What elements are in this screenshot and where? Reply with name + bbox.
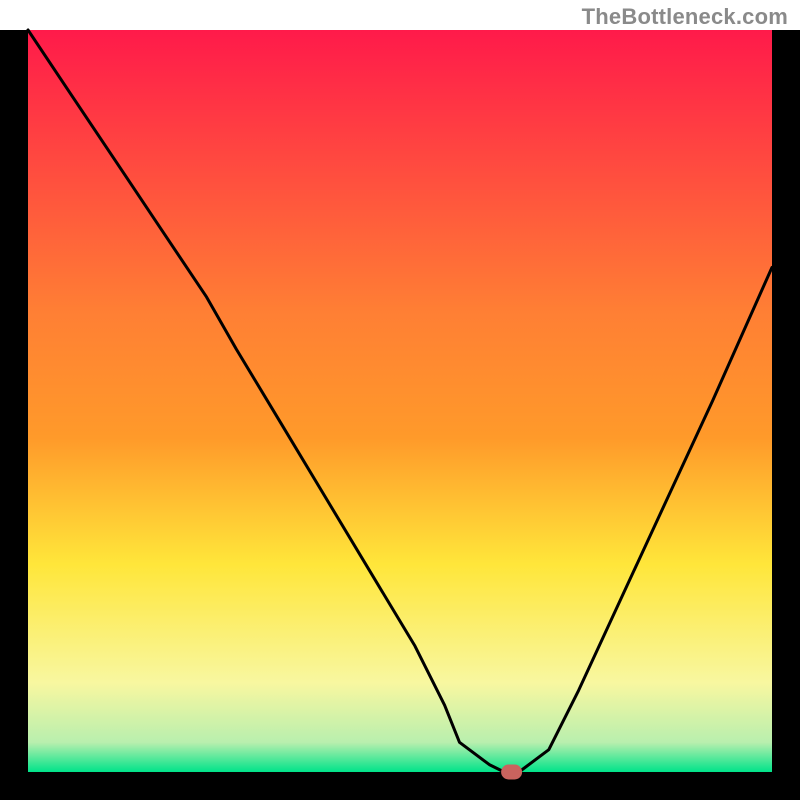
optimal-marker (502, 765, 522, 779)
watermark-text: TheBottleneck.com (582, 4, 788, 30)
chart-container: TheBottleneck.com (0, 0, 800, 800)
bottleneck-chart (0, 0, 800, 800)
